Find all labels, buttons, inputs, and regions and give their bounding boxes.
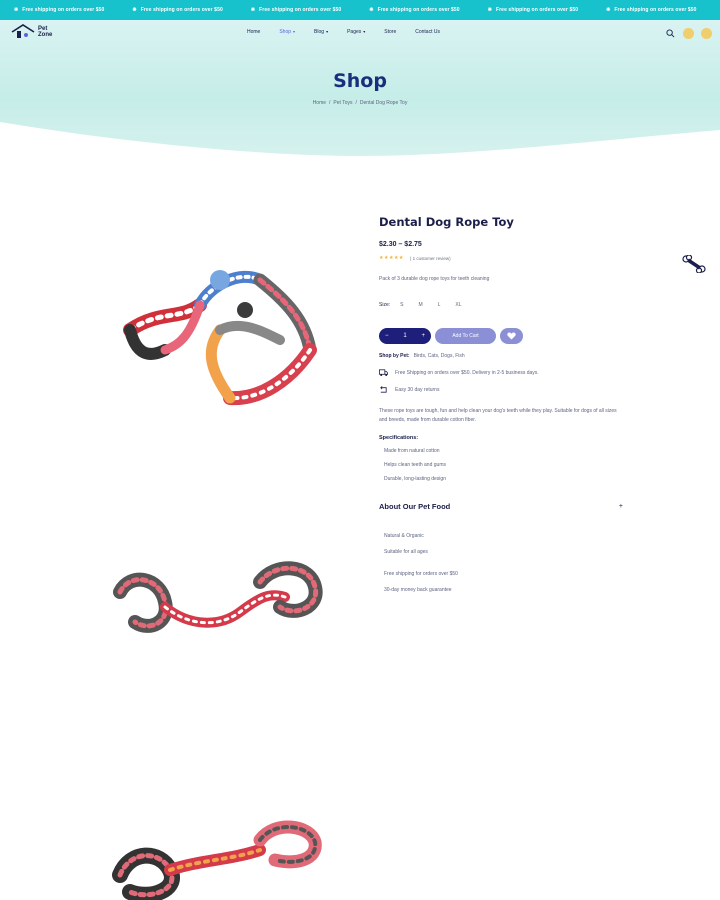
truck-icon xyxy=(379,369,388,377)
accordion-header[interactable]: About Our Pet Food + xyxy=(379,502,623,511)
add-to-cart-button[interactable]: Add To Cart xyxy=(435,328,496,344)
nav-item-pages[interactable]: Pages xyxy=(347,29,365,35)
size-label: Size: xyxy=(379,302,391,308)
size-option-s[interactable]: S xyxy=(400,302,403,308)
short-description: Pack of 3 durable dog rope toys for teet… xyxy=(379,276,490,282)
quantity-stepper: − 1 + xyxy=(379,328,431,344)
house-logo-icon xyxy=(11,24,35,38)
user-icon[interactable] xyxy=(682,27,694,39)
ticker-item: Free shipping on orders over $50 xyxy=(355,7,473,13)
rating-stars-icon: ★★★★★ xyxy=(379,255,404,261)
accordion-body: Natural & Organic Suitable for all ages … xyxy=(379,533,629,593)
cart-badge xyxy=(700,27,712,39)
nav-icons xyxy=(664,27,712,39)
spec-item: Helps clean teeth and gums xyxy=(384,462,446,468)
shop-by-label: Shop by Pet: xyxy=(379,353,410,359)
accordion-line: 30-day money back guarantee xyxy=(384,587,452,593)
product-image-1[interactable] xyxy=(110,250,325,420)
size-selector: Size: S M L XL xyxy=(379,302,629,308)
accordion-line: Suitable for all ages xyxy=(384,549,428,555)
logo-line-2: Zone xyxy=(38,32,53,38)
ticker-item: Free shipping on orders over $50 xyxy=(237,7,355,13)
ticker-item: Free shipping on orders over $50 xyxy=(474,7,592,13)
breadcrumb-category[interactable]: Pet Toys xyxy=(333,100,352,106)
product-price: $2.30 – $2.75 xyxy=(379,241,422,248)
qty-plus-button[interactable]: + xyxy=(421,333,425,339)
size-option-m[interactable]: M xyxy=(418,302,422,308)
hero-wave xyxy=(0,122,720,162)
size-option-xl[interactable]: XL xyxy=(455,302,461,308)
product-image-2[interactable] xyxy=(110,552,325,652)
feature-returns-text: Easy 30 day returns xyxy=(395,386,440,393)
product-info: Dental Dog Rope Toy $2.30 – $2.75 ★★★★★ … xyxy=(379,215,629,603)
product-title: Dental Dog Rope Toy xyxy=(379,215,514,229)
user-badge xyxy=(682,27,694,39)
feature-returns: Easy 30 day returns xyxy=(379,385,629,394)
return-icon xyxy=(380,386,387,393)
ticker-item: Free shipping on orders over $50 xyxy=(0,7,118,13)
plus-icon[interactable]: + xyxy=(619,503,623,510)
main-nav: PetZone Home Shop Blog Pages Store Conta… xyxy=(0,20,720,46)
breadcrumb-home[interactable]: Home xyxy=(313,100,326,106)
breadcrumb-current: Dental Dog Rope Toy xyxy=(359,100,408,106)
accordion-title: About Our Pet Food xyxy=(379,502,451,511)
heart-icon xyxy=(507,332,516,340)
qty-value[interactable]: 1 xyxy=(403,333,406,339)
feature-shipping-text: Free Shipping on orders over $50. Delive… xyxy=(395,369,539,376)
product-rating: ★★★★★ ( 1 customer review) xyxy=(379,255,629,261)
purchase-actions: − 1 + Add To Cart xyxy=(379,328,629,344)
spec-item: Durable, long-lasting design xyxy=(384,476,446,482)
nav-item-shop[interactable]: Shop xyxy=(279,29,295,35)
breadcrumb: Home / Pet Toys / Dental Dog Rope Toy xyxy=(0,100,720,106)
spec-item: Made from natural cotton xyxy=(384,448,440,454)
shop-by-values[interactable]: Birds, Cats, Dogs, Fish xyxy=(414,353,465,359)
ticker-item: Free shipping on orders over $50 xyxy=(592,7,710,13)
shop-by-pet: Shop by Pet: Birds, Cats, Dogs, Fish xyxy=(379,353,629,359)
size-option-l[interactable]: L xyxy=(438,302,441,308)
ticker-item: Free shipping on orders over $50 xyxy=(118,7,236,13)
page-title: Shop xyxy=(333,70,387,92)
feature-shipping: Free Shipping on orders over $50. Delive… xyxy=(379,368,629,377)
breadcrumb-separator: / xyxy=(329,100,331,106)
breadcrumb-separator: / xyxy=(355,100,357,106)
nav-item-store[interactable]: Store xyxy=(384,29,396,35)
accordion-line: Free shipping for orders over $50 xyxy=(384,571,458,577)
cart-icon[interactable] xyxy=(700,27,712,39)
bone-cursor-icon xyxy=(682,255,706,273)
logo-text: Pet Zone xyxy=(38,26,52,38)
site-logo[interactable]: Pet Zone xyxy=(11,24,52,40)
nav-item-blog[interactable]: Blog xyxy=(314,29,328,35)
search-icon[interactable] xyxy=(664,27,676,39)
announcement-ticker: Free shipping on orders over $50 Free sh… xyxy=(0,0,720,20)
specifications-heading: Specifications: xyxy=(379,435,419,441)
specifications-list: Made from natural cotton Helps clean tee… xyxy=(379,448,629,482)
nav-menu: Home Shop Blog Pages Store Contact Us xyxy=(247,29,459,35)
page-hero: PetZone Home Shop Blog Pages Store Conta… xyxy=(0,20,720,162)
review-link[interactable]: ( 1 customer review) xyxy=(410,256,451,261)
nav-item-contact[interactable]: Contact Us xyxy=(415,29,440,35)
product-description: These rope toys are tough, fun and help … xyxy=(379,408,617,423)
accordion-line: Natural & Organic xyxy=(384,533,424,539)
product-image-3[interactable] xyxy=(110,820,325,900)
qty-minus-button[interactable]: − xyxy=(385,333,389,339)
nav-item-home[interactable]: Home xyxy=(247,29,260,35)
wishlist-button[interactable] xyxy=(500,328,523,344)
